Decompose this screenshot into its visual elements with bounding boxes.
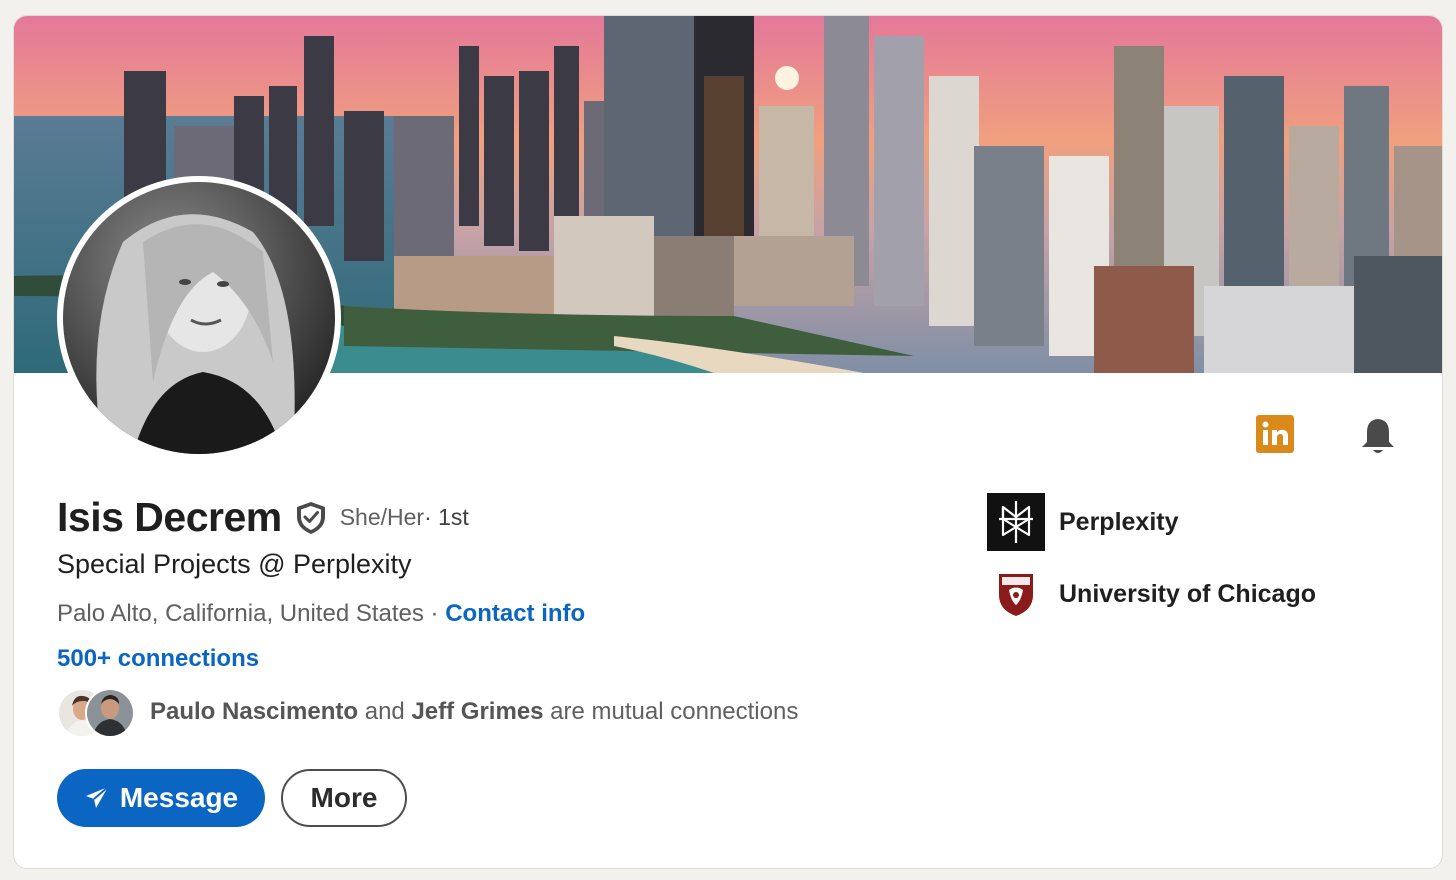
profile-name: Isis Decrem xyxy=(57,494,282,540)
profile-headline: Special Projects @ Perplexity xyxy=(57,549,412,579)
mutual-connections[interactable]: Paulo Nascimento and Jeff Grimes are mut… xyxy=(57,688,798,738)
org-list: Perplexity University of Chicago xyxy=(987,493,1316,637)
perplexity-logo xyxy=(987,493,1045,551)
paper-plane-icon xyxy=(85,786,109,808)
contact-info-link[interactable]: Contact info xyxy=(445,600,585,627)
linkedin-icon[interactable] xyxy=(1256,415,1294,453)
message-button[interactable]: Message xyxy=(57,769,265,827)
name-row: Isis Decrem She/Her · 1st xyxy=(57,494,469,541)
connection-degree: · 1st xyxy=(424,504,469,530)
avatar xyxy=(85,688,135,738)
org-item-uchicago[interactable]: University of Chicago xyxy=(987,565,1316,623)
bell-icon[interactable] xyxy=(1359,416,1397,456)
location-row: Palo Alto, California, United States · C… xyxy=(57,600,585,628)
more-button-label: More xyxy=(310,782,378,813)
org-name: Perplexity xyxy=(1059,507,1179,536)
profile-photo[interactable] xyxy=(57,176,341,460)
profile-location: Palo Alto, California, United States xyxy=(57,600,424,627)
verified-shield-icon[interactable] xyxy=(294,500,328,536)
uchicago-crest xyxy=(987,565,1045,623)
mutual-joiner: and xyxy=(358,698,412,725)
mutual-name-1[interactable]: Paulo Nascimento xyxy=(150,698,358,725)
more-button[interactable]: More xyxy=(281,769,407,827)
pronouns: She/Her xyxy=(339,504,425,530)
connections-link[interactable]: 500+ connections xyxy=(57,645,259,673)
profile-card: Isis Decrem She/Her · 1st Special Projec… xyxy=(13,15,1443,869)
mutual-avatars xyxy=(57,688,137,738)
mutual-connections-text: Paulo Nascimento and Jeff Grimes are mut… xyxy=(150,698,798,726)
org-item-perplexity[interactable]: Perplexity xyxy=(987,493,1316,551)
message-button-label: Message xyxy=(119,782,239,813)
mutual-suffix: are mutual connections xyxy=(543,698,799,725)
location-separator: · xyxy=(423,600,446,627)
org-name: University of Chicago xyxy=(1059,579,1316,608)
mutual-name-2[interactable]: Jeff Grimes xyxy=(411,698,543,725)
